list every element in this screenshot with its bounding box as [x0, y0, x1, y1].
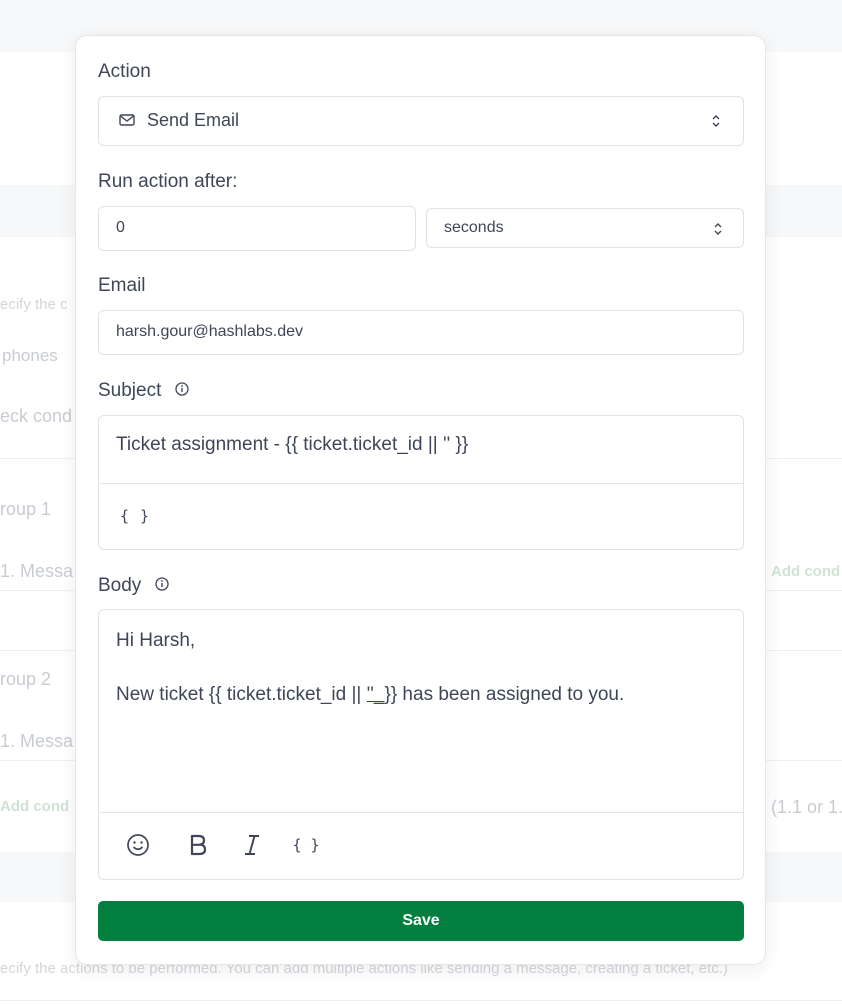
run-after-label: Run action after: — [98, 171, 238, 192]
run-after-amount-input[interactable]: 0 — [98, 206, 416, 251]
body-line-post: } has been assigned to you. — [390, 684, 625, 705]
variable-button[interactable]: { } — [120, 507, 150, 525]
bg-text: eck cond — [0, 406, 73, 426]
bold-icon[interactable] — [184, 831, 212, 859]
email-input[interactable]: harsh.gour@hashlabs.dev — [98, 310, 744, 355]
bg-text: 1. Messa — [0, 561, 74, 581]
email-label: Email — [98, 275, 146, 296]
chevron-updown-icon — [711, 113, 721, 129]
variable-button[interactable]: { } — [292, 831, 320, 859]
italic-icon[interactable] — [238, 831, 266, 859]
action-label: Action — [98, 61, 151, 82]
info-icon[interactable] — [175, 380, 189, 402]
action-select[interactable]: Send Email — [98, 96, 744, 146]
emoji-icon[interactable] — [124, 831, 152, 859]
bg-text: 1. Messa — [0, 731, 74, 751]
bg-text: phones — [2, 346, 58, 365]
subject-text-area[interactable]: Ticket assignment - {{ ticket.ticket_id … — [99, 416, 743, 484]
body-label-row: Body — [98, 575, 169, 597]
action-select-value: Send Email — [147, 110, 240, 130]
info-icon[interactable] — [154, 575, 169, 597]
action-modal: Action Send Email Run action after: 0 se… — [75, 35, 766, 965]
bg-text: ecify the c — [0, 296, 68, 313]
body-editor[interactable]: Hi Harsh, New ticket {{ ticket.ticket_id… — [98, 609, 744, 880]
body-line-underlined: ''_} — [366, 684, 391, 705]
chevron-updown-icon — [713, 221, 723, 237]
subject-label: Subject — [98, 380, 162, 402]
bg-text: roup 2 — [0, 669, 52, 689]
bg-text: roup 1 — [0, 499, 52, 519]
body-line: New ticket {{ ticket.ticket_id || ''_}} … — [116, 684, 624, 706]
save-button[interactable]: Save — [98, 901, 744, 941]
mail-icon — [119, 113, 135, 132]
email-value: harsh.gour@hashlabs.dev — [116, 323, 304, 340]
run-after-unit-select[interactable]: seconds — [426, 208, 744, 248]
bg-text: Add cond — [771, 563, 841, 580]
bg-text: (1.1 or 1.2 — [771, 797, 842, 817]
editor-toolbar: { } — [99, 812, 743, 879]
body-greeting: Hi Harsh, — [116, 630, 196, 651]
run-after-unit-value: seconds — [444, 219, 504, 236]
body-line-pre: New ticket {{ ticket.ticket_id || — [116, 684, 367, 705]
body-label: Body — [98, 575, 142, 597]
run-after-amount-value: 0 — [116, 219, 125, 236]
subject-editor[interactable]: Ticket assignment - {{ ticket.ticket_id … — [98, 415, 744, 550]
subject-label-row: Subject — [98, 380, 189, 402]
bg-text: Add cond — [0, 798, 70, 815]
bg-divider — [0, 1000, 842, 1001]
subject-text: Ticket assignment - {{ ticket.ticket_id … — [116, 434, 469, 455]
